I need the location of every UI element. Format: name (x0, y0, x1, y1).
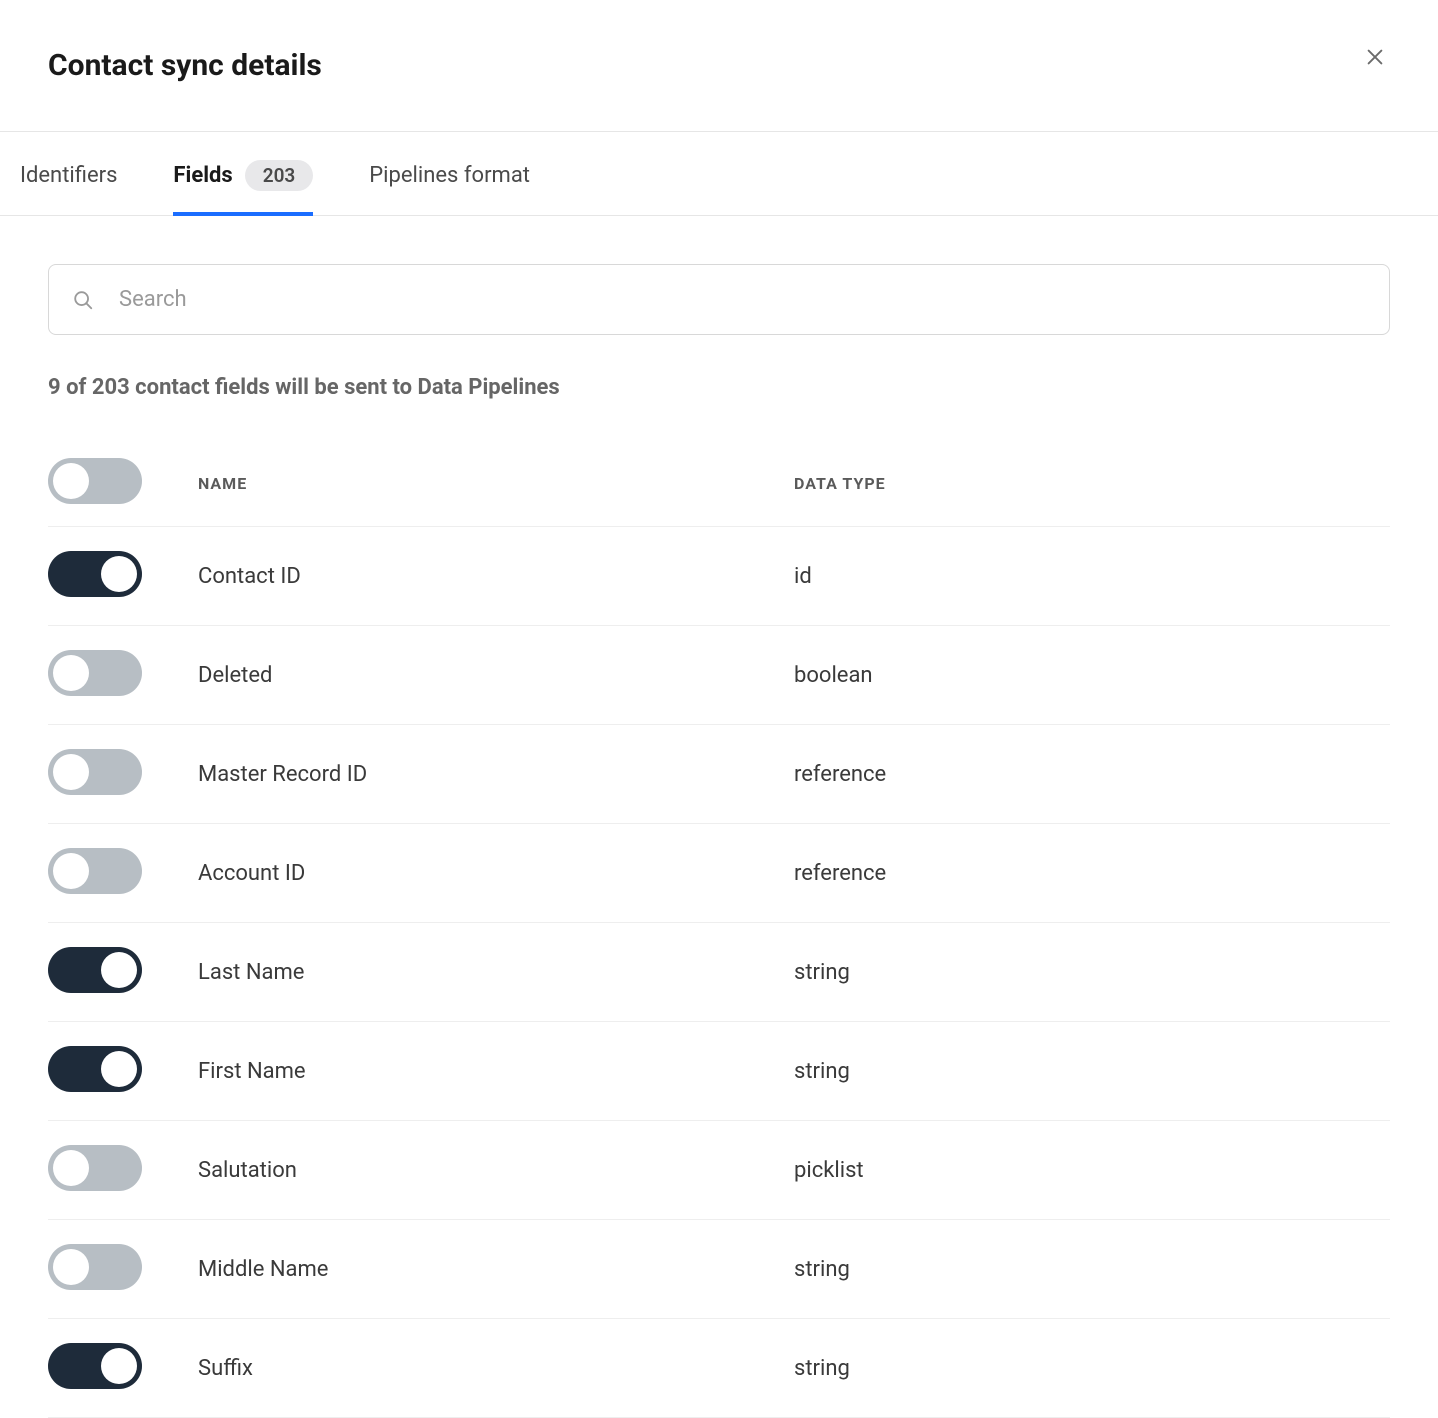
toggle-knob (53, 1249, 89, 1285)
close-button[interactable] (1360, 42, 1390, 72)
search-icon (72, 289, 94, 311)
field-name: Middle Name (198, 1257, 794, 1282)
tab-fields[interactable]: Fields 203 (173, 132, 313, 215)
toggle-knob (101, 952, 137, 988)
field-toggle[interactable] (48, 551, 142, 597)
search-wrap (48, 264, 1390, 335)
table-row: Master Record ID reference (48, 725, 1390, 824)
field-data-type: reference (794, 861, 1390, 886)
search-input[interactable] (48, 264, 1390, 335)
tab-fields-label: Fields (173, 163, 232, 188)
table-row: Contact ID id (48, 527, 1390, 626)
field-name: Deleted (198, 663, 794, 688)
tab-content: 9 of 203 contact fields will be sent to … (0, 216, 1438, 1418)
tab-pipelines-format-label: Pipelines format (369, 163, 530, 188)
table-row: Account ID reference (48, 824, 1390, 923)
field-toggle[interactable] (48, 848, 142, 894)
field-toggle[interactable] (48, 1145, 142, 1191)
contact-sync-details-modal: Contact sync details Identifiers Fields … (0, 0, 1438, 1418)
toggle-knob (101, 556, 137, 592)
field-data-type: id (794, 564, 1390, 589)
field-data-type: string (794, 1257, 1390, 1282)
column-header-name: NAME (198, 474, 794, 493)
toggle-knob (101, 1348, 137, 1384)
field-name: Contact ID (198, 564, 794, 589)
field-name: Suffix (198, 1356, 794, 1381)
modal-header: Contact sync details (0, 0, 1438, 132)
toggle-knob (53, 1150, 89, 1186)
field-toggle[interactable] (48, 749, 142, 795)
field-data-type: boolean (794, 663, 1390, 688)
fields-table: NAME DATA TYPE Contact ID id Deleted boo… (48, 440, 1390, 1418)
table-row: First Name string (48, 1022, 1390, 1121)
field-name: Last Name (198, 960, 794, 985)
field-data-type: string (794, 1059, 1390, 1084)
field-toggle[interactable] (48, 650, 142, 696)
field-toggle[interactable] (48, 1343, 142, 1389)
field-data-type: reference (794, 762, 1390, 787)
status-text: 9 of 203 contact fields will be sent to … (48, 375, 1390, 400)
table-row: Deleted boolean (48, 626, 1390, 725)
close-icon (1364, 46, 1386, 68)
tab-identifiers-label: Identifiers (20, 163, 117, 188)
tab-pipelines-format[interactable]: Pipelines format (369, 132, 530, 215)
toggle-knob (101, 1051, 137, 1087)
field-toggle[interactable] (48, 947, 142, 993)
table-header-row: NAME DATA TYPE (48, 440, 1390, 527)
column-header-data-type: DATA TYPE (794, 474, 1390, 493)
page-title: Contact sync details (48, 48, 322, 83)
field-data-type: string (794, 960, 1390, 985)
field-data-type: string (794, 1356, 1390, 1381)
master-toggle[interactable] (48, 458, 142, 504)
field-toggle[interactable] (48, 1244, 142, 1290)
toggle-knob (53, 853, 89, 889)
table-row: Middle Name string (48, 1220, 1390, 1319)
field-name: First Name (198, 1059, 794, 1084)
field-name: Master Record ID (198, 762, 794, 787)
field-name: Account ID (198, 861, 794, 886)
table-row: Last Name string (48, 923, 1390, 1022)
toggle-knob (53, 463, 89, 499)
tab-fields-count-badge: 203 (245, 160, 314, 191)
field-data-type: picklist (794, 1158, 1390, 1183)
toggle-knob (53, 655, 89, 691)
tabs: Identifiers Fields 203 Pipelines format (0, 132, 1438, 216)
table-row: Suffix string (48, 1319, 1390, 1418)
toggle-knob (53, 754, 89, 790)
field-toggle[interactable] (48, 1046, 142, 1092)
tab-identifiers[interactable]: Identifiers (20, 132, 117, 215)
table-body: Contact ID id Deleted boolean Master Rec… (48, 527, 1390, 1418)
field-name: Salutation (198, 1158, 794, 1183)
table-row: Salutation picklist (48, 1121, 1390, 1220)
